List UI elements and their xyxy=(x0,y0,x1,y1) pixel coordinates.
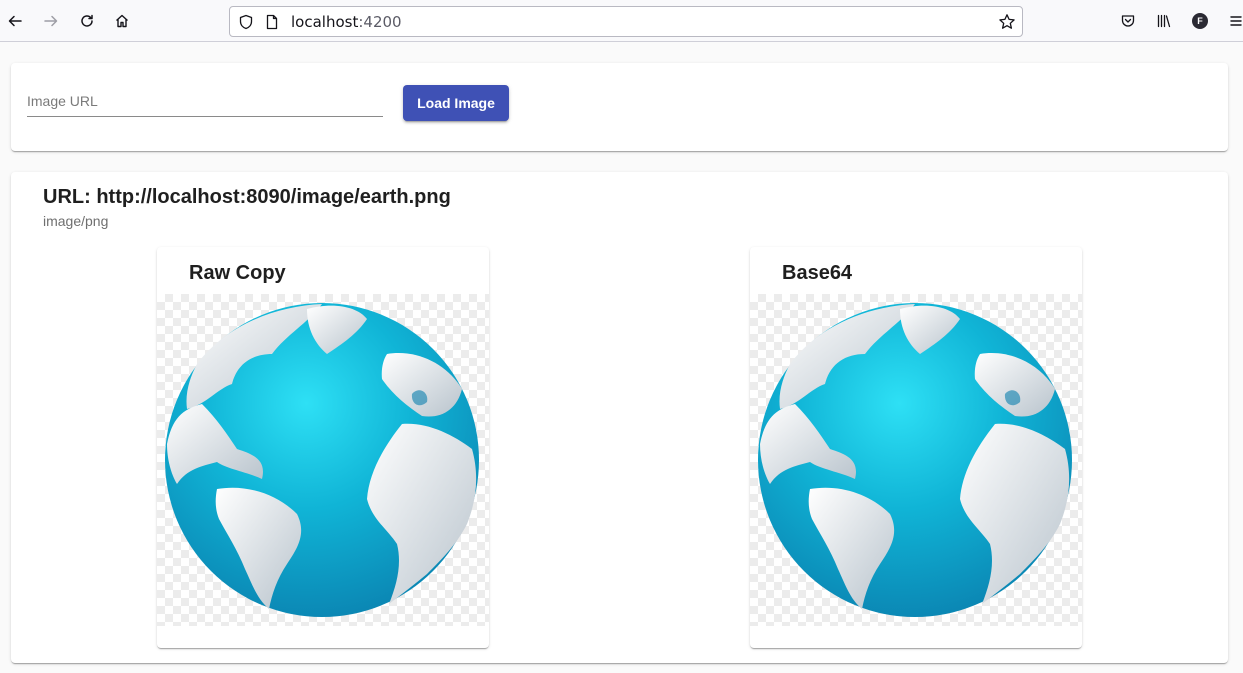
reload-icon[interactable] xyxy=(75,9,99,33)
home-icon[interactable] xyxy=(110,9,134,33)
browser-toolbar: localhost:4200 F xyxy=(0,0,1243,42)
library-icon[interactable] xyxy=(1152,9,1176,33)
address-bar[interactable]: localhost:4200 xyxy=(229,6,1023,37)
image-url-input[interactable] xyxy=(27,93,383,109)
account-avatar[interactable]: F xyxy=(1192,13,1208,29)
raw-copy-image xyxy=(157,294,489,626)
menu-hamburger-icon[interactable] xyxy=(1224,9,1243,33)
load-image-button[interactable]: Load Image xyxy=(403,85,509,121)
image-url-field[interactable] xyxy=(27,89,383,117)
bookmark-star-icon[interactable] xyxy=(998,13,1016,31)
raw-copy-card: Raw Copy xyxy=(157,247,489,648)
earth-globe-icon xyxy=(165,303,479,617)
base64-title: Base64 xyxy=(782,262,853,284)
earth-globe-icon xyxy=(758,303,1072,617)
back-arrow-icon[interactable] xyxy=(3,9,27,33)
shield-icon[interactable] xyxy=(238,14,254,30)
forward-arrow-icon[interactable] xyxy=(39,9,63,33)
raw-copy-title: Raw Copy xyxy=(189,262,286,284)
image-url-form-card: Load Image xyxy=(11,63,1228,151)
base64-image xyxy=(750,294,1082,626)
url-text[interactable]: localhost:4200 xyxy=(291,13,402,31)
mime-type-label: image/png xyxy=(43,213,109,229)
base64-card: Base64 xyxy=(750,247,1082,648)
url-port: :4200 xyxy=(358,13,402,31)
url-host: localhost xyxy=(291,13,359,31)
page-icon[interactable] xyxy=(264,14,280,30)
pocket-icon[interactable] xyxy=(1116,9,1140,33)
image-url-title: URL: http://localhost:8090/image/earth.p… xyxy=(43,186,451,208)
image-result-card: URL: http://localhost:8090/image/earth.p… xyxy=(11,172,1228,663)
